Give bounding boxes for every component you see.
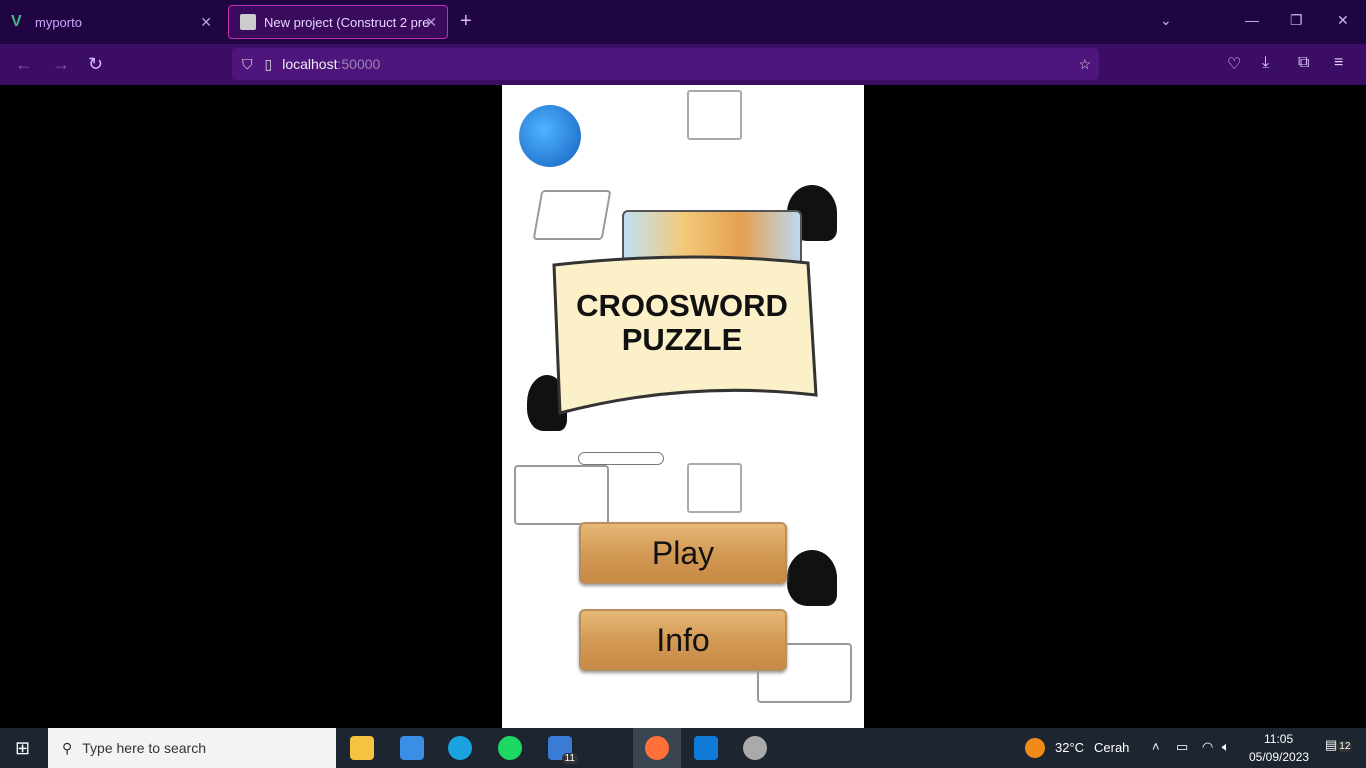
close-window-button[interactable]: ✕ <box>1337 12 1349 29</box>
shield-icon[interactable]: ⛉ <box>242 56 253 73</box>
new-tab-button[interactable]: + <box>460 10 472 33</box>
restore-button[interactable]: ❐ <box>1290 12 1303 29</box>
game-title: CROOSWORD PUZZLE <box>546 289 818 357</box>
nav-bar: ← → ↻ ⛉ ▯ localhost:50000 ☆ ♡ ⤓ ⧉ ≡ <box>0 44 1366 85</box>
vscode-icon[interactable] <box>694 736 718 760</box>
taskbar: ⊞ ⚲ Type here to search 11 32°C Cerah ˄ … <box>0 728 1366 768</box>
head-doodle <box>787 550 837 606</box>
book-doodle <box>532 190 612 240</box>
file-explorer-icon[interactable] <box>350 736 374 760</box>
store-icon[interactable] <box>400 736 424 760</box>
taskbar-search[interactable]: ⚲ Type here to search <box>48 728 336 768</box>
laptop-doodle <box>514 465 609 525</box>
search-bar-doodle <box>578 452 664 465</box>
menu-icon[interactable]: ≡ <box>1334 54 1343 72</box>
globe-icon <box>519 105 581 167</box>
wifi-icon[interactable]: ◠ <box>1202 739 1213 755</box>
minimize-button[interactable]: — <box>1245 12 1259 28</box>
weather-sun-icon[interactable] <box>1025 738 1045 758</box>
construct-icon <box>240 14 256 30</box>
title-line-2: PUZZLE <box>621 322 743 357</box>
close-tab-icon[interactable]: ✕ <box>425 14 437 31</box>
reload-button[interactable]: ↻ <box>88 54 103 75</box>
notification-icon[interactable]: ▤ 12 <box>1325 737 1353 753</box>
extensions-icon[interactable]: ⧉ <box>1298 54 1309 72</box>
windows-start-icon[interactable]: ⊞ <box>15 738 30 759</box>
weather-text[interactable]: Cerah <box>1094 740 1129 755</box>
mail-badge: 11 <box>561 753 578 764</box>
battery-icon[interactable]: ▭ <box>1176 739 1188 755</box>
info-button[interactable]: Info <box>579 609 787 671</box>
tab-myporto[interactable]: V myporto ✕ <box>0 5 222 39</box>
tab-construct-preview[interactable]: New project (Construct 2 previe ✕ <box>228 5 448 39</box>
books-stack-doodle <box>687 463 742 513</box>
tray-chevron-icon[interactable]: ˄ <box>1152 739 1160 754</box>
list-tabs-icon[interactable]: ⌄ <box>1160 12 1172 29</box>
game-canvas[interactable]: CROOSWORD PUZZLE Play Info <box>502 85 864 728</box>
settings-icon[interactable] <box>743 736 767 760</box>
downloads-icon[interactable]: ⤓ <box>1262 54 1269 72</box>
pocket-icon[interactable]: ♡ <box>1227 54 1241 74</box>
search-placeholder: Type here to search <box>82 740 207 756</box>
back-button[interactable]: ← <box>15 54 33 75</box>
play-button[interactable]: Play <box>579 522 787 584</box>
title-line-1: CROOSWORD <box>576 288 788 323</box>
notification-count: 12 <box>1337 741 1353 752</box>
vue-icon: V <box>11 13 22 30</box>
edge-icon[interactable] <box>448 736 472 760</box>
tab-label: myporto <box>35 14 82 30</box>
tab-bar: V myporto ✕ New project (Construct 2 pre… <box>0 0 1366 44</box>
firefox-taskbar-active[interactable] <box>633 728 681 768</box>
bookmark-star-icon[interactable]: ☆ <box>1078 56 1091 73</box>
close-tab-icon[interactable]: ✕ <box>200 14 212 31</box>
clock-time[interactable]: 11:05 <box>1264 732 1293 746</box>
search-icon: ⚲ <box>62 739 73 756</box>
volume-icon[interactable]: 🔈︎ <box>1222 739 1230 755</box>
mail-icon[interactable]: 11 <box>548 736 578 764</box>
weather-temp[interactable]: 32°C <box>1055 740 1084 755</box>
clock-date[interactable]: 05/09/2023 <box>1249 750 1309 764</box>
tab-label: New project (Construct 2 previe <box>264 14 429 30</box>
firefox-icon <box>645 736 669 760</box>
forward-button[interactable]: → <box>52 54 70 75</box>
books-stack-doodle <box>687 90 742 140</box>
spotify-icon[interactable] <box>498 736 522 760</box>
url-port: :50000 <box>337 56 381 72</box>
url-bar[interactable]: ⛉ ▯ localhost:50000 ☆ <box>232 48 1099 80</box>
url-host: localhost <box>282 56 338 72</box>
page-icon: ▯ <box>264 55 273 72</box>
